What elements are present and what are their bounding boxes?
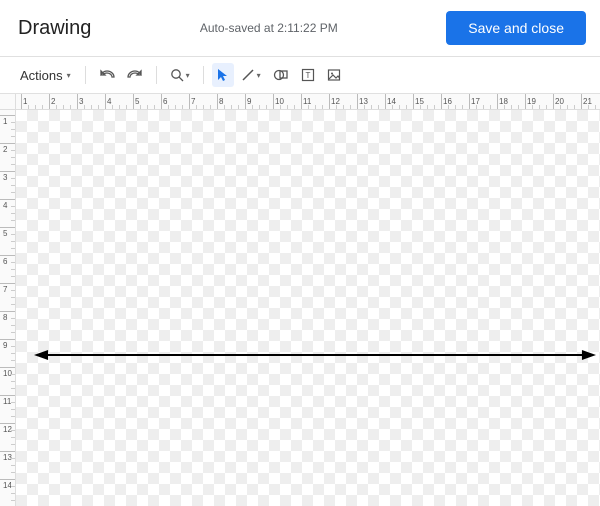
zoom-icon xyxy=(170,68,184,82)
ruler-tick: 12 xyxy=(329,94,340,110)
toolbar-separator xyxy=(203,66,204,84)
line-icon xyxy=(241,68,255,82)
save-and-close-button[interactable]: Save and close xyxy=(446,11,586,45)
cursor-icon xyxy=(217,68,229,82)
image-button[interactable] xyxy=(322,63,346,87)
shape-tool-button[interactable] xyxy=(268,63,294,87)
ruler-corner xyxy=(0,94,16,110)
ruler-tick: 5 xyxy=(133,94,139,110)
redo-icon xyxy=(127,68,143,82)
autosave-status: Auto-saved at 2:11:22 PM xyxy=(200,21,338,35)
ruler-tick: 7 xyxy=(189,94,195,110)
dropdown-icon: ▾ xyxy=(67,71,71,80)
ruler-tick: 14 xyxy=(385,94,396,110)
ruler-tick: 1 xyxy=(21,94,27,110)
double-arrow-shape[interactable] xyxy=(34,347,596,363)
ruler-tick: 6 xyxy=(0,255,16,266)
dropdown-icon: ▾ xyxy=(257,71,261,80)
ruler-tick: 18 xyxy=(497,94,508,110)
shape-icon xyxy=(273,68,289,82)
ruler-tick: 13 xyxy=(0,451,16,462)
ruler-tick: 15 xyxy=(413,94,424,110)
line-tool-button[interactable]: ▾ xyxy=(236,63,266,87)
undo-button[interactable] xyxy=(94,63,120,87)
ruler-tick: 21 xyxy=(581,94,592,110)
ruler-tick: 20 xyxy=(553,94,564,110)
ruler-tick: 3 xyxy=(77,94,83,110)
ruler-tick: 10 xyxy=(0,367,16,378)
ruler-tick: 13 xyxy=(357,94,368,110)
select-tool-button[interactable] xyxy=(212,63,234,87)
ruler-tick: 4 xyxy=(0,199,16,210)
ruler-tick: 14 xyxy=(0,479,16,490)
actions-menu-button[interactable]: Actions ▾ xyxy=(14,65,77,86)
zoom-button[interactable]: ▾ xyxy=(165,63,195,87)
undo-icon xyxy=(99,68,115,82)
toolbar: Actions ▾ ▾ ▾ T xyxy=(0,57,600,93)
toolbar-separator xyxy=(156,66,157,84)
ruler-tick: 2 xyxy=(0,143,16,154)
canvas-area: 123456789101112131415161718192021 123456… xyxy=(0,94,600,506)
image-icon xyxy=(327,68,341,82)
ruler-tick: 8 xyxy=(217,94,223,110)
actions-label: Actions xyxy=(20,68,63,83)
ruler-tick: 11 xyxy=(301,94,311,110)
ruler-tick: 12 xyxy=(0,423,16,434)
dialog-title: Drawing xyxy=(18,17,91,40)
svg-text:T: T xyxy=(305,71,310,80)
ruler-tick: 9 xyxy=(0,339,16,350)
redo-button[interactable] xyxy=(122,63,148,87)
horizontal-ruler: 123456789101112131415161718192021 xyxy=(16,94,600,110)
ruler-tick: 10 xyxy=(273,94,284,110)
ruler-tick: 1 xyxy=(0,115,16,126)
ruler-tick: 9 xyxy=(245,94,251,110)
ruler-tick: 8 xyxy=(0,311,16,322)
dialog-header: Drawing Auto-saved at 2:11:22 PM Save an… xyxy=(0,0,600,56)
ruler-tick: 16 xyxy=(441,94,452,110)
ruler-tick: 7 xyxy=(0,283,16,294)
ruler-tick: 2 xyxy=(49,94,55,110)
ruler-tick: 6 xyxy=(161,94,167,110)
drawing-canvas[interactable] xyxy=(16,110,600,506)
vertical-ruler: 1234567891011121314 xyxy=(0,110,16,506)
ruler-tick: 4 xyxy=(105,94,111,110)
ruler-tick: 11 xyxy=(0,395,16,406)
ruler-tick: 17 xyxy=(469,94,480,110)
text-box-button[interactable]: T xyxy=(296,63,320,87)
dropdown-icon: ▾ xyxy=(186,71,190,80)
toolbar-separator xyxy=(85,66,86,84)
ruler-tick: 3 xyxy=(0,171,16,182)
ruler-tick: 5 xyxy=(0,227,16,238)
ruler-tick: 19 xyxy=(525,94,536,110)
text-box-icon: T xyxy=(301,68,315,82)
